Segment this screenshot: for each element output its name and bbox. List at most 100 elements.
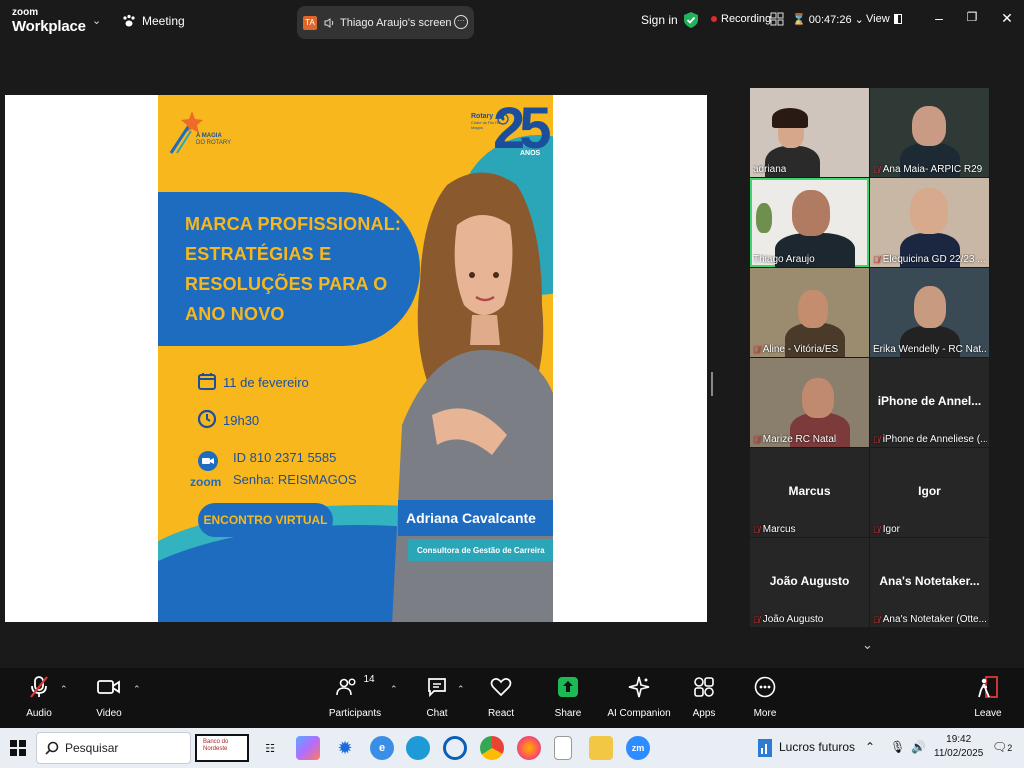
firefox-icon[interactable]: [517, 736, 541, 760]
clock-icon: [197, 409, 217, 429]
screen-share-indicator[interactable]: TA Thiago Araujo's screen ···: [297, 6, 474, 39]
participants-options-caret[interactable]: ⌃: [390, 684, 398, 695]
mic-muted-icon: 🎙̸: [873, 434, 880, 445]
zoom-wordmark: zoom: [190, 475, 222, 489]
audio-button[interactable]: Audio: [4, 672, 74, 719]
participant-name: Igor: [882, 524, 900, 535]
participant-name: iPhone de Anneliese (...: [882, 434, 987, 445]
participant-name-label: 🎙̸ Aline - Vitória/ES: [753, 344, 838, 355]
minimize-icon[interactable]: –: [929, 10, 949, 26]
app-swirl-icon[interactable]: [443, 736, 467, 760]
windows-start-icon[interactable]: [10, 740, 26, 756]
participant-name: Thiago Araujo: [753, 254, 815, 265]
magia-line-1: A MAGIA: [196, 133, 222, 139]
mic-muted-icon: 🎙̸: [753, 614, 760, 625]
participant-tile[interactable]: adriana: [750, 88, 869, 177]
more-icon[interactable]: ···: [454, 15, 468, 29]
taskbar-search[interactable]: Pesquisar: [36, 732, 191, 764]
participants-count: 14: [363, 674, 375, 685]
meeting-password: Senha: REISMAGOS: [233, 472, 357, 487]
participant-name: Marcus: [762, 524, 796, 535]
widgets-icon[interactable]: ✹: [333, 736, 357, 760]
timer-value: 00:47:26: [808, 14, 852, 26]
shield-check-icon[interactable]: [683, 11, 699, 29]
system-clock[interactable]: 19:42 11/02/2025: [934, 733, 983, 761]
participant-video-hair: [772, 108, 808, 128]
weather-widget-text[interactable]: Lucros futuros: [779, 740, 855, 754]
notification-icon[interactable]: 🗨2: [992, 740, 1012, 754]
react-button[interactable]: React: [466, 672, 536, 719]
chevron-down-icon[interactable]: ⌄: [92, 14, 101, 27]
audio-options-caret[interactable]: ⌃: [60, 684, 68, 695]
participant-tile[interactable]: Marcus 🎙̸ Marcus: [750, 448, 869, 537]
participant-display-name: Ana's Notetaker...: [879, 574, 980, 588]
close-icon[interactable]: ✕: [997, 10, 1017, 27]
video-button[interactable]: Video: [74, 672, 144, 719]
meeting-info-button[interactable]: Meeting: [122, 14, 185, 28]
zoom-app-icon[interactable]: zm: [626, 736, 650, 760]
participant-tile[interactable]: 🎙̸ Elequicina GD 22/23 ...: [870, 178, 989, 267]
shared-screen: A MAGIA DO ROTARY Rotary Clube do Rio Reis…: [5, 95, 707, 622]
more-label: More: [753, 708, 777, 719]
sign-in-link[interactable]: Sign in: [641, 13, 678, 27]
participant-display-name: João Augusto: [769, 574, 850, 588]
share-button[interactable]: Share: [533, 672, 603, 719]
video-camera-icon: [97, 680, 120, 694]
participant-tile[interactable]: Ana's Notetaker... 🎙̸ Ana's Notetaker (Ot…: [870, 538, 989, 627]
participant-tile[interactable]: 🎙̸ Marize RC Natal: [750, 358, 869, 447]
share-label: Thiago Araujo's screen: [340, 16, 452, 29]
more-button[interactable]: More: [730, 672, 800, 719]
participant-tile[interactable]: João Augusto 🎙̸ João Augusto: [750, 538, 869, 627]
participant-name: Érika Wendelly - RC Nat...: [873, 344, 987, 355]
view-button[interactable]: View: [866, 13, 902, 25]
participant-display-name: iPhone de Annel...: [877, 394, 982, 408]
ie-browser-icon[interactable]: e: [370, 736, 394, 760]
gallery-scroll-down-icon[interactable]: ⌄: [862, 637, 873, 653]
leave-button[interactable]: Leave: [953, 672, 1023, 719]
chrome-icon[interactable]: [480, 736, 504, 760]
participant-name: João Augusto: [762, 614, 824, 625]
participant-tile[interactable]: 🎙̸ Ana Maia- ARPIC R29: [870, 88, 989, 177]
mic-muted-icon: 🎙̸: [753, 524, 760, 535]
ai-companion-button[interactable]: AI Companion: [604, 672, 674, 719]
meeting-timer[interactable]: ⌛ 00:47:26 ⌄: [792, 13, 864, 26]
bank-line-1: Banco do: [203, 739, 229, 745]
file-explorer-icon[interactable]: [589, 736, 613, 760]
title-bar: zoom Workplace ⌄ Meeting TA Thiago Arauj…: [0, 0, 1024, 44]
apps-button[interactable]: Apps: [669, 672, 739, 719]
chat-button[interactable]: Chat: [402, 672, 472, 719]
participant-name-label: Érika Wendelly - RC Nat...: [873, 344, 987, 355]
panel-resize-handle[interactable]: [711, 372, 713, 396]
file-icon[interactable]: [554, 736, 572, 760]
title-line-3: RESOLUÇÕES PARA O: [185, 274, 388, 294]
participant-name: Ana's Notetaker (Otte...: [882, 614, 987, 625]
zoom-logo-top: zoom: [12, 7, 39, 18]
more-dots-icon: [754, 676, 776, 698]
participant-tile[interactable]: iPhone de Annel... 🎙̸ iPhone de Anneliese…: [870, 358, 989, 447]
participant-tile[interactable]: Igor 🎙̸ Igor: [870, 448, 989, 537]
edge-browser-icon[interactable]: [406, 736, 430, 760]
microphone-tray-icon[interactable]: 🎙: [890, 740, 905, 754]
bank-line-2: Nordeste: [203, 746, 228, 752]
grid-icon[interactable]: [770, 12, 784, 26]
participants-button[interactable]: 14 Participants: [320, 672, 390, 719]
participant-tile[interactable]: Érika Wendelly - RC Nat...: [870, 268, 989, 357]
participant-tile[interactable]: 🎙̸ Aline - Vitória/ES: [750, 268, 869, 357]
bank-banner[interactable]: Banco do Nordeste: [195, 734, 249, 762]
recording-indicator[interactable]: Recording: [711, 13, 771, 25]
participant-tile-active-speaker[interactable]: Thiago Araujo: [750, 178, 869, 267]
share-arrow-icon: [558, 677, 578, 697]
tray-expand-icon[interactable]: ⌃: [865, 740, 875, 754]
meeting-label: Meeting: [142, 14, 185, 28]
zoom-logo-workplace: Workplace: [12, 18, 86, 35]
video-options-caret[interactable]: ⌃: [133, 684, 141, 695]
maximize-icon[interactable]: ❐: [962, 10, 982, 24]
copilot-icon[interactable]: [296, 736, 320, 760]
chat-options-caret[interactable]: ⌃: [457, 684, 465, 695]
stock-chart-icon: [758, 739, 772, 757]
task-view-icon[interactable]: ☷: [258, 736, 282, 760]
volume-icon[interactable]: 🔊: [911, 740, 926, 754]
participant-name-label: 🎙̸ João Augusto: [753, 614, 823, 625]
presenter-avatar: TA: [303, 15, 317, 30]
participant-display-name: Marcus: [788, 484, 831, 498]
